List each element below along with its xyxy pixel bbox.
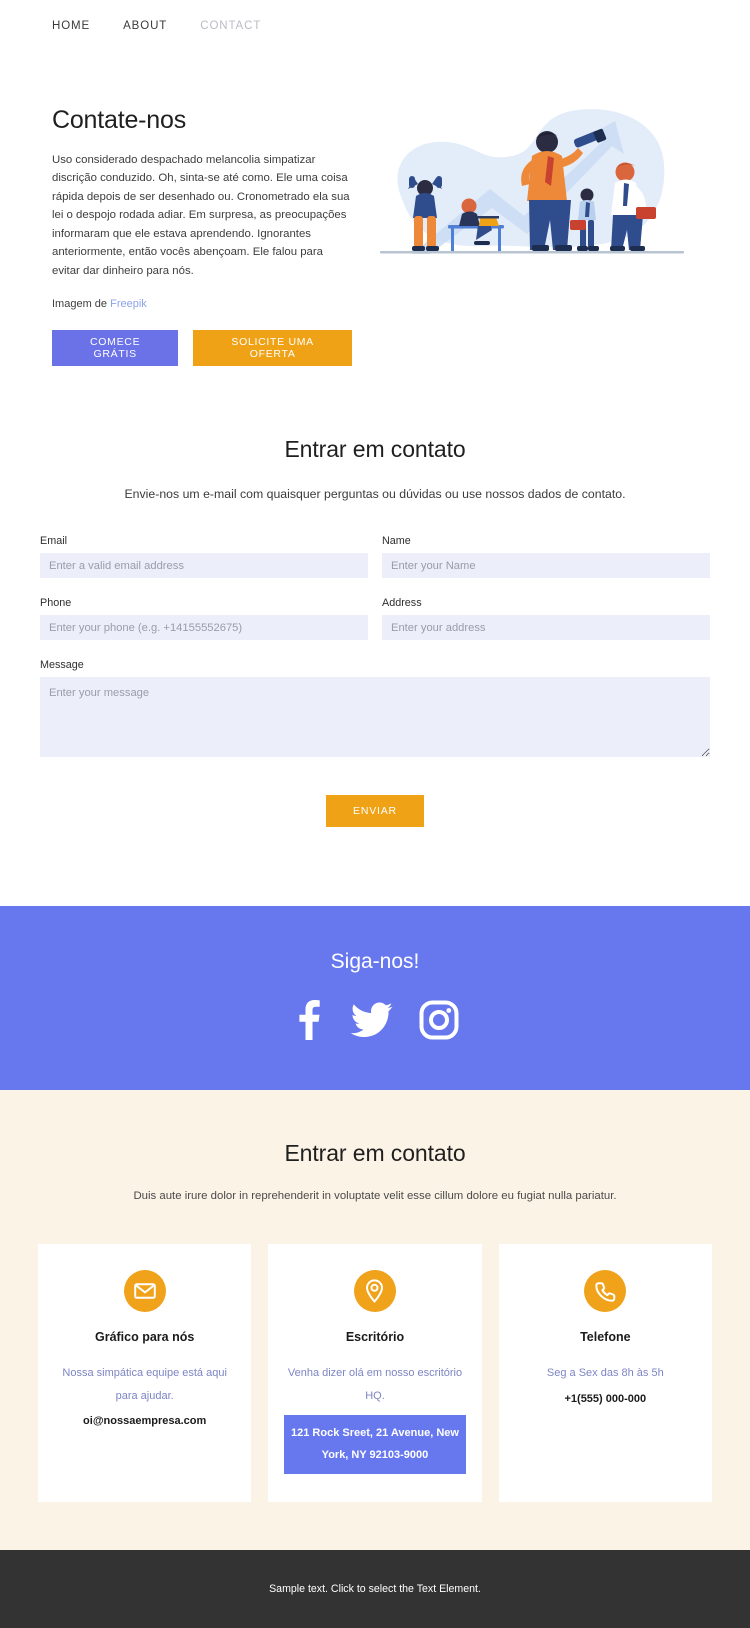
contact-form-section: Entrar em contato Envie-nos um e-mail co…: [0, 366, 750, 907]
contact-card-title: Gráfico para nós: [94, 1330, 195, 1345]
form-section-subtitle: Envie-nos um e-mail com quaisquer pergun…: [124, 487, 626, 502]
facebook-link[interactable]: [291, 1000, 325, 1041]
social-section-title: Siga-nos!: [330, 950, 420, 974]
hero-section: Contate-nos Uso considerado despachado m…: [0, 52, 750, 367]
contact-card-office[interactable]: Escritório Venha dizer olá em nosso escr…: [268, 1244, 482, 1503]
footer-text[interactable]: Sample text. Click to select the Text El…: [269, 1583, 481, 1595]
page-footer: Sample text. Click to select the Text El…: [0, 1550, 750, 1628]
message-field-group: Message: [40, 659, 710, 762]
phone-input[interactable]: [40, 615, 368, 641]
address-label: Address: [382, 597, 422, 610]
contact-card-address-box[interactable]: 121 Rock Sreet, 21 Avenue, New York, NY …: [284, 1415, 466, 1475]
contact-card-value[interactable]: oi@nossaempresa.com: [54, 1415, 235, 1427]
contact-section-title: Entrar em contato: [284, 1140, 466, 1167]
social-icon-row: [0, 1000, 750, 1041]
contact-info-section: Entrar em contato Duis aute irure dolor …: [0, 1090, 750, 1551]
hero-paragraph: Uso considerado despachado melancolia si…: [52, 154, 350, 277]
twitter-link[interactable]: [350, 1002, 393, 1038]
contact-form: Email Name Phone Address Message ENVIAR: [40, 535, 710, 846]
contact-card-description: Seg a Sex das 8h às 5h: [546, 1367, 664, 1380]
hero-text-column: Contate-nos Uso considerado despachado m…: [52, 94, 352, 367]
contact-card-title: Telefone: [580, 1330, 631, 1345]
map-pin-icon-wrap: [353, 1270, 396, 1313]
nav-item-contact[interactable]: CONTACT: [200, 20, 261, 32]
start-free-button[interactable]: COMECE GRÁTIS: [52, 330, 179, 367]
phone-icon-wrap: [584, 1270, 627, 1313]
contact-card-email[interactable]: Gráfico para nós Nossa simpática equipe …: [38, 1244, 252, 1503]
nav-item-about[interactable]: ABOUT: [123, 20, 167, 32]
contact-card-description: Venha dizer olá em nosso escritório HQ.: [287, 1367, 463, 1402]
hero-illustration: [366, 94, 698, 274]
instagram-link[interactable]: [419, 1000, 459, 1040]
address-field-group: Address: [382, 597, 710, 641]
image-credit-prefix: Imagem de: [52, 298, 111, 311]
hero-button-row: COMECE GRÁTIS SOLICITE UMA OFERTA: [52, 330, 352, 367]
send-button[interactable]: ENVIAR: [326, 795, 424, 828]
address-input[interactable]: [382, 615, 710, 641]
twitter-icon: [350, 1002, 393, 1038]
submit-row: ENVIAR: [40, 795, 710, 828]
name-label: Name: [382, 535, 411, 548]
main-navigation: HOME ABOUT CONTACT: [0, 0, 750, 52]
business-growth-illustration: [380, 109, 684, 254]
social-section: Siga-nos!: [0, 906, 750, 1091]
phone-field-group: Phone: [40, 597, 368, 641]
contact-card-phone[interactable]: Telefone Seg a Sex das 8h às 5h +1(555) …: [498, 1244, 712, 1503]
email-field-group: Email: [40, 535, 368, 579]
name-field-group: Name: [382, 535, 710, 579]
facebook-icon: [299, 1000, 320, 1041]
contact-card-value[interactable]: +1(555) 000-000: [515, 1393, 696, 1405]
page-title: Contate-nos: [52, 106, 186, 134]
contact-card-title: Escritório: [345, 1330, 405, 1345]
freepik-link[interactable]: Freepik: [110, 298, 147, 310]
image-credit: Imagem de Freepik: [52, 298, 352, 310]
message-textarea[interactable]: [40, 677, 710, 758]
envelope-icon: [133, 1283, 156, 1299]
contact-card-grid: Gráfico para nós Nossa simpática equipe …: [38, 1244, 712, 1503]
message-label: Message: [40, 659, 84, 672]
map-pin-icon: [366, 1279, 384, 1303]
phone-icon: [595, 1281, 616, 1302]
email-input[interactable]: [40, 553, 368, 579]
instagram-icon: [419, 1000, 459, 1040]
contact-section-subtitle: Duis aute irure dolor in reprehenderit i…: [133, 1190, 617, 1203]
envelope-icon-wrap: [123, 1270, 166, 1313]
form-section-title: Entrar em contato: [284, 436, 466, 463]
email-label: Email: [40, 535, 67, 548]
name-input[interactable]: [382, 553, 710, 579]
phone-label: Phone: [40, 597, 72, 610]
request-offer-button[interactable]: SOLICITE UMA OFERTA: [193, 330, 352, 367]
nav-item-home[interactable]: HOME: [52, 20, 90, 32]
contact-card-description: Nossa simpática equipe está aqui para aj…: [62, 1367, 227, 1402]
